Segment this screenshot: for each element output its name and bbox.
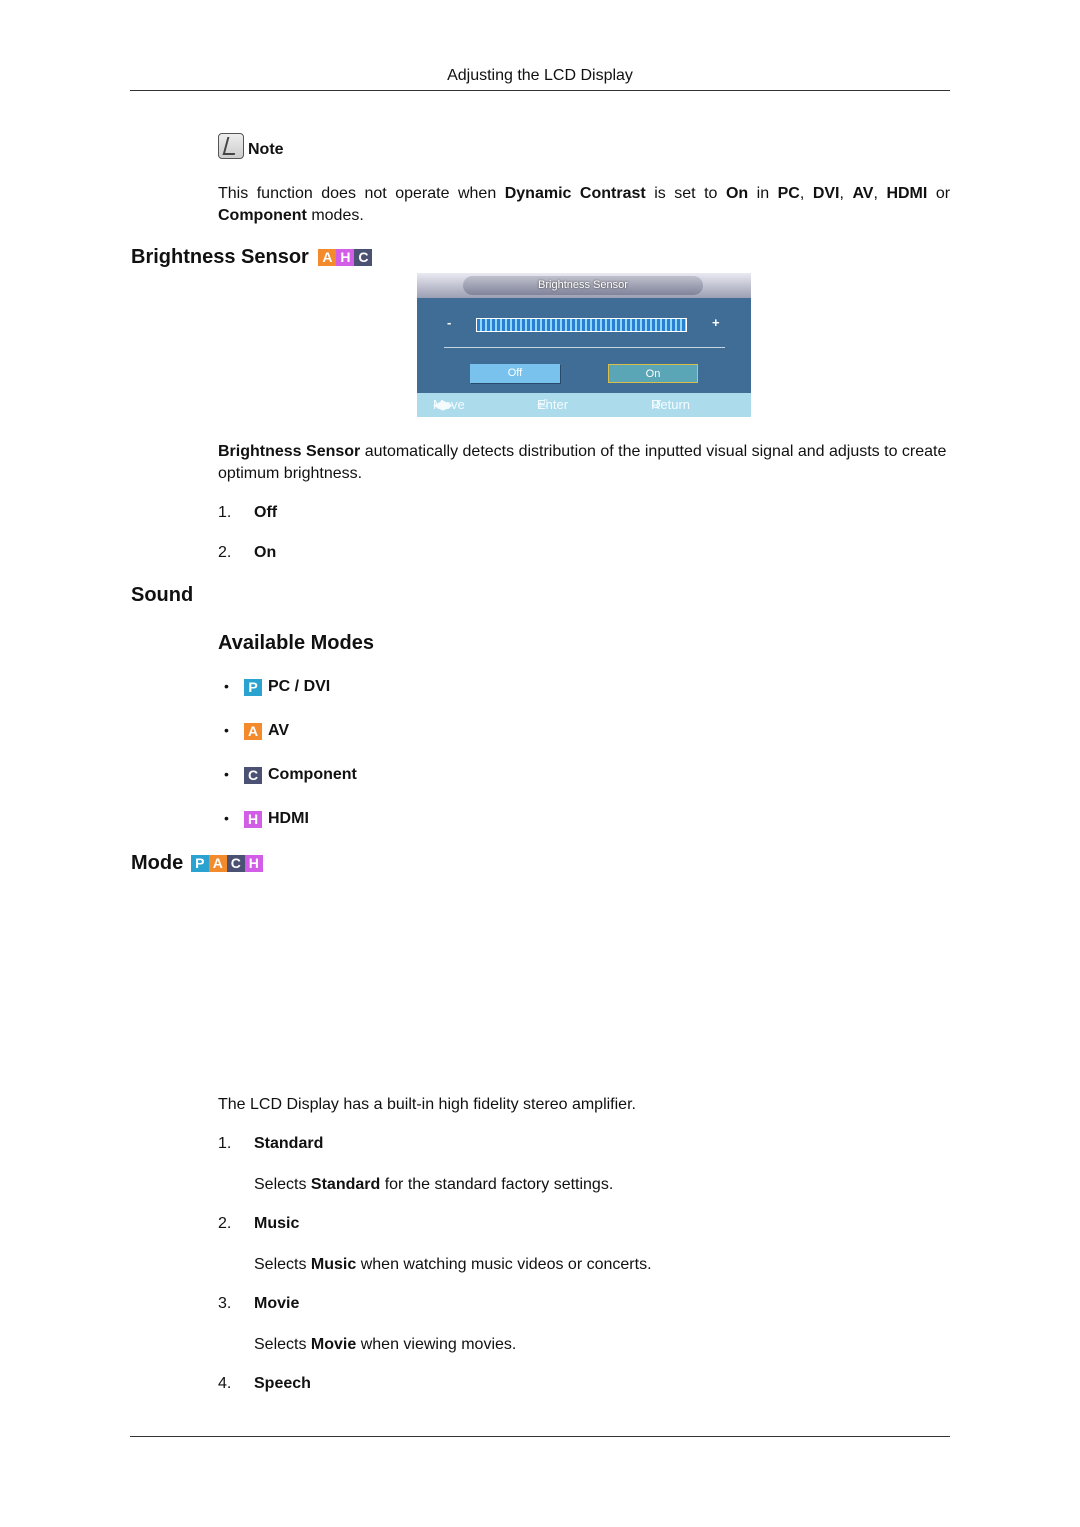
mode-intro: The LCD Display has a built-in high fide… (218, 1096, 636, 1113)
hdmi-mode-icon: H (244, 855, 263, 873)
note-text-run: This function does not operate when (218, 185, 505, 202)
note-emphasis: Component (218, 207, 307, 224)
desc-bold: Movie (310, 1336, 357, 1353)
mode-item-hdmi: H HDMI (244, 810, 309, 828)
mode-item-av: A AV (244, 722, 289, 740)
av-mode-icon: A (244, 722, 262, 740)
note-text-run: or (927, 185, 951, 202)
note-label: Note (248, 141, 284, 158)
list-item-standard: Standard (254, 1135, 324, 1152)
desc-bold: Music (310, 1256, 357, 1273)
mode-badge-hdmi-icon: H (336, 249, 355, 267)
osd-level-bar (476, 318, 687, 332)
list-item-movie: Movie (254, 1295, 300, 1312)
note-text-run: , (799, 185, 813, 202)
desc-post: when watching music videos or concerts. (356, 1256, 652, 1273)
mode-label: HDMI (268, 810, 309, 827)
list-number: 3. (218, 1295, 232, 1312)
osd-title-bar: Brightness Sensor (417, 273, 751, 298)
desc-post: when viewing movies. (356, 1336, 517, 1353)
note-emphasis: Dynamic Contrast (504, 185, 646, 202)
note-emphasis: DVI (812, 185, 840, 202)
desc-bold: Standard (310, 1176, 381, 1193)
desc-pre: Selects (254, 1336, 311, 1353)
note-text-run: in (748, 185, 778, 202)
mode-label: Component (268, 766, 357, 783)
mode-label: PC / DVI (268, 678, 331, 695)
osd-move-label: Move (433, 397, 465, 412)
bullet: • (224, 678, 229, 694)
bullet: • (224, 766, 229, 782)
mode-title: Mode (131, 852, 184, 874)
list-number: 4. (218, 1375, 232, 1392)
footer-rule (130, 1436, 950, 1437)
desc-bold: Brightness Sensor (218, 443, 361, 460)
bullet: • (224, 810, 229, 826)
desc-pre: Selects (254, 1176, 311, 1193)
component-mode-icon: C (226, 855, 245, 873)
mode-heading: Mode PACH (131, 852, 263, 875)
note-emphasis: On (725, 185, 749, 202)
header-rule (130, 90, 950, 91)
note-text-run: , (873, 185, 887, 202)
music-description: Selects Music when watching music videos… (254, 1254, 652, 1276)
brightness-sensor-description: Brightness Sensor automatically detects … (218, 441, 953, 485)
osd-return-label: Return (651, 397, 691, 412)
standard-description: Selects Standard for the standard factor… (254, 1174, 613, 1196)
desc-pre: Selects (254, 1256, 311, 1273)
osd-footer: ◀▶ Move ⏎ Enter ↺ Return (417, 393, 751, 417)
osd-divider (444, 347, 725, 348)
note-text-run: modes. (306, 207, 364, 224)
brightness-sensor-title: Brightness Sensor (131, 246, 309, 268)
list-number: 2. (218, 1215, 232, 1232)
page-header-title: Adjusting the LCD Display (447, 67, 633, 84)
list-item-on: On (254, 544, 277, 561)
component-mode-icon: C (244, 766, 262, 784)
mode-badge-component-icon: C (354, 249, 373, 267)
brightness-sensor-osd-screenshot: Brightness Sensor - + Off On ◀▶ Move ⏎ E… (417, 273, 751, 417)
osd-title: Brightness Sensor (463, 276, 703, 295)
list-number: 2. (218, 544, 232, 561)
note-emphasis: AV (852, 185, 874, 202)
av-mode-icon: A (208, 855, 227, 873)
mode-label: AV (268, 722, 290, 739)
pc-mode-icon: P (190, 855, 209, 873)
pc-mode-icon: P (244, 678, 262, 696)
hdmi-mode-icon: H (244, 810, 262, 828)
list-number: 1. (218, 504, 232, 521)
note-emphasis: PC (777, 185, 800, 202)
note-block: Note (218, 133, 284, 159)
osd-on-button: On (608, 364, 698, 383)
mode-item-component: C Component (244, 766, 357, 784)
osd-minus-icon: - (447, 315, 452, 330)
movie-description: Selects Movie when viewing movies. (254, 1334, 516, 1356)
list-number: 1. (218, 1135, 232, 1152)
desc-post: for the standard factory settings. (380, 1176, 614, 1193)
note-emphasis: HDMI (886, 185, 928, 202)
osd-off-button: Off (470, 364, 560, 383)
bullet: • (224, 722, 229, 738)
note-text-run: , (839, 185, 853, 202)
note-text-run: is set to (645, 185, 726, 202)
osd-enter-label: Enter (537, 397, 569, 412)
mode-badge-av-icon: A (318, 249, 337, 267)
list-item-music: Music (254, 1215, 300, 1232)
mode-item-pc-dvi: P PC / DVI (244, 678, 330, 696)
available-modes-heading: Available Modes (218, 632, 374, 654)
note-text: This function does not operate when Dyna… (218, 183, 950, 227)
note-pencil-icon (218, 133, 244, 159)
list-item-off: Off (254, 504, 278, 521)
brightness-sensor-heading: Brightness Sensor AHC (131, 246, 373, 269)
list-item-speech: Speech (254, 1375, 311, 1392)
osd-plus-icon: + (712, 315, 720, 330)
sound-heading: Sound (131, 584, 194, 606)
